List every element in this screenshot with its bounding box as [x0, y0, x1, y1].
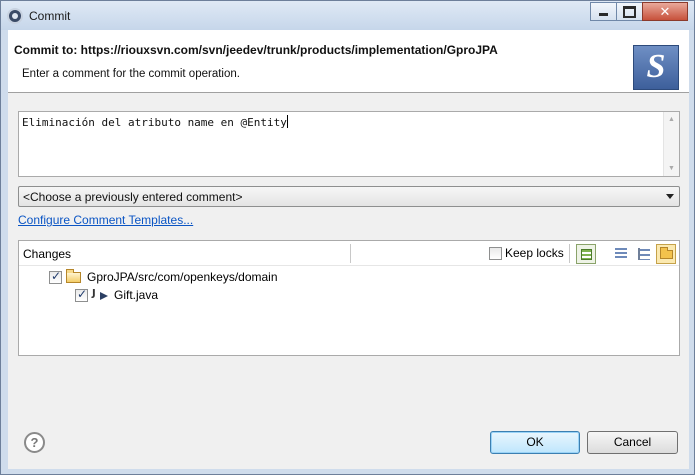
svn-logo-icon	[633, 45, 679, 90]
tree-item-folder[interactable]: GproJPA/src/com/openkeys/domain	[49, 268, 278, 286]
scroll-up-icon[interactable]: ▲	[664, 112, 679, 127]
comment-scrollbar[interactable]: ▲ ▼	[663, 112, 679, 176]
close-button[interactable]: ✕	[642, 2, 688, 21]
keep-locks-label: Keep locks	[505, 246, 564, 260]
configure-templates-link[interactable]: Configure Comment Templates...	[18, 213, 193, 227]
commit-dialog: Commit ✕ Commit to: https://riouxsvn.com…	[0, 0, 695, 475]
column-divider[interactable]	[350, 244, 351, 263]
dialog-body: Commit to: https://riouxsvn.com/svn/jeed…	[8, 30, 689, 469]
show-compare-button[interactable]	[576, 244, 596, 264]
ok-button[interactable]: OK	[490, 431, 580, 454]
compressed-folders-button[interactable]	[656, 244, 676, 264]
changes-column-header: Changes	[23, 247, 72, 261]
keep-locks-checkbox[interactable]	[489, 247, 502, 260]
tree-view-icon	[638, 248, 650, 260]
help-icon[interactable]: ?	[24, 432, 45, 453]
banner-description: Enter a comment for the commit operation…	[22, 68, 240, 80]
toolbar-divider	[569, 244, 570, 263]
chevron-down-icon	[666, 194, 674, 199]
maximize-button[interactable]	[616, 2, 643, 21]
java-file-icon	[92, 288, 110, 302]
text-caret	[286, 115, 288, 128]
compare-grid-icon	[581, 249, 592, 260]
comment-text: Eliminación del atributo name en @Entity	[22, 116, 287, 129]
tree-view-button[interactable]	[634, 244, 654, 264]
title-bar: Commit ✕	[1, 1, 694, 30]
changes-panel: Changes Keep locks GproJPA/src/com/openk…	[18, 240, 680, 356]
tree-item-file[interactable]: Gift.java	[75, 286, 158, 304]
folder-label: GproJPA/src/com/openkeys/domain	[87, 270, 278, 284]
window-title: Commit	[29, 9, 71, 23]
open-folder-icon	[66, 268, 81, 283]
previous-comments-value: <Choose a previously entered comment>	[23, 190, 243, 204]
commit-target: Commit to: https://riouxsvn.com/svn/jeed…	[14, 43, 498, 57]
flat-list-icon	[615, 248, 627, 260]
comment-textarea[interactable]: Eliminación del atributo name en @Entity…	[18, 111, 680, 177]
folder-checkbox[interactable]	[49, 269, 62, 284]
cancel-button[interactable]: Cancel	[587, 431, 678, 454]
file-checkbox[interactable]	[75, 287, 88, 302]
minimize-button[interactable]	[590, 2, 617, 21]
folder-icon	[660, 247, 673, 259]
app-icon	[7, 8, 23, 24]
header-banner: Commit to: https://riouxsvn.com/svn/jeed…	[8, 30, 689, 93]
file-label: Gift.java	[114, 288, 159, 302]
window-controls: ✕	[590, 2, 688, 22]
changes-header: Changes Keep locks	[19, 241, 679, 266]
flat-list-button[interactable]	[611, 244, 631, 264]
previous-comments-dropdown[interactable]: <Choose a previously entered comment>	[18, 186, 680, 207]
scroll-down-icon[interactable]: ▼	[664, 161, 679, 176]
